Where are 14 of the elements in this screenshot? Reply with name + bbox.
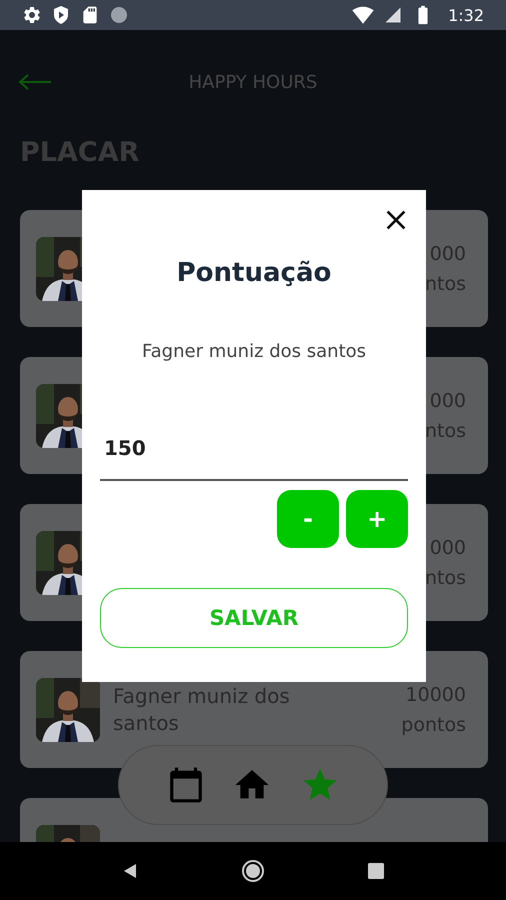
overview-button[interactable] bbox=[367, 862, 385, 880]
settings-icon bbox=[22, 5, 42, 25]
player-name: Fagner muniz dos santos bbox=[140, 340, 368, 364]
dialog-title: Pontuação bbox=[176, 257, 332, 290]
shield-icon bbox=[52, 5, 70, 25]
signal-icon bbox=[384, 6, 402, 24]
home-button[interactable] bbox=[241, 859, 265, 883]
stepper-button[interactable]: - bbox=[277, 490, 339, 548]
clock: 1:32 bbox=[448, 6, 484, 24]
stepper-button[interactable]: + bbox=[346, 490, 408, 548]
circle-icon bbox=[110, 6, 128, 24]
wifi-icon bbox=[352, 4, 374, 26]
save-button[interactable]: SALVAR bbox=[100, 588, 408, 648]
page-title: HAPPY HOURS bbox=[188, 72, 318, 92]
